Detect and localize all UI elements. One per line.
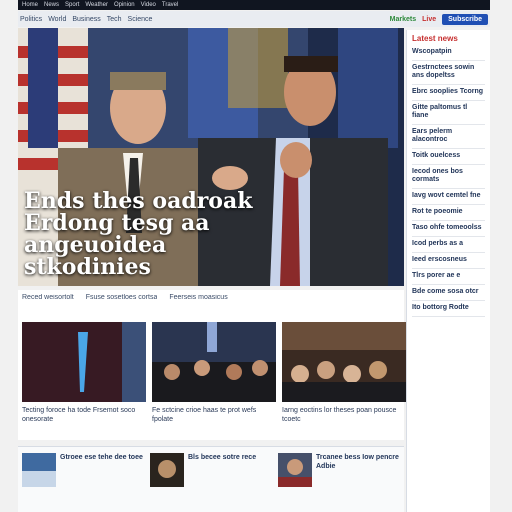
subscribe-button[interactable]: Subscribe [442,13,488,25]
sidebar-item[interactable]: Gestrnctees sowin ans dopeltss [412,61,485,85]
hero-story[interactable]: Ends thes oadroak Erdong tesg aa angeuoi… [18,28,404,286]
sidebar-item[interactable]: Ears pelerm alacontroc [412,125,485,149]
story-row: Reced weisortolt Fsuse sosetloes cortsa … [18,290,406,440]
story-card[interactable]: Fe sctcine crioe haas te prot wefs fpola… [152,322,276,424]
mini-story-text[interactable]: Trcanee bess Iow pencre Adbie [316,453,400,506]
sidebar-item[interactable]: Gitte paltomus tl fiane [412,101,485,125]
mini-thumbnail[interactable] [150,453,184,487]
nav-link-markets[interactable]: Markets [390,16,416,23]
story-caption[interactable]: Iarng eoctins lor theses poan pousce tco… [282,406,406,424]
story-thumbnail[interactable] [152,322,276,402]
topbar-link[interactable]: Video [141,2,156,8]
story-card[interactable]: Iarng eoctins lor theses poan pousce tco… [282,322,406,424]
latest-news-sidebar: Latest news Wscopatpin Gestrnctees sowin… [406,30,490,512]
sidebar-item[interactable]: Iecod ones bos cormats [412,165,485,189]
nav-link[interactable]: World [48,16,66,23]
mini-thumbnail[interactable] [278,453,312,487]
topbar-link[interactable]: Home [22,2,38,8]
topbar-link[interactable]: Sport [65,2,79,8]
sidebar-item[interactable]: Rot te poeomie [412,205,485,221]
mini-story[interactable]: Bls becee sotre rece [150,453,272,506]
story-caption[interactable]: Tecting foroce ha tode Frsemot soco ones… [22,406,146,424]
topbar-link[interactable]: News [44,2,59,8]
sidebar-title: Latest news [412,34,458,43]
sidebar-item[interactable]: Tlrs porer ae e [412,269,485,285]
topbar-link[interactable]: Weather [85,2,108,8]
sidebar-item[interactable]: Toitk ouelcess [412,149,485,165]
nav-link[interactable]: Science [128,16,153,23]
sidebar-item[interactable]: Wscopatpin [412,45,485,61]
sidebar-item[interactable]: Taso ohfe tomeoolss [412,221,485,237]
story-thumbnail[interactable] [22,322,146,402]
story-caption[interactable]: Fe sctcine crioe haas te prot wefs fpola… [152,406,276,424]
mini-story-text[interactable]: Bls becee sotre rece [188,453,256,506]
story-heading[interactable]: Reced weisortolt [22,294,74,324]
mini-story-text[interactable]: Gtroee ese tehe dee toee [60,453,143,506]
topbar-link[interactable]: Opinion [114,2,135,8]
mini-story[interactable]: Gtroee ese tehe dee toee [22,453,144,506]
top-utility-bar: Home News Sport Weather Opinion Video Tr… [18,0,490,10]
nav-link[interactable]: Politics [20,16,42,23]
sidebar-item[interactable]: Ieed erscosneus [412,253,485,269]
sidebar-item[interactable]: Icod perbs as a [412,237,485,253]
story-thumbnail[interactable] [282,322,406,402]
section-nav: Politics World Business Tech Science Mar… [18,11,490,27]
mini-thumbnail[interactable] [22,453,56,487]
hero-headline[interactable]: Ends thes oadroak Erdong tesg aa angeuoi… [24,190,284,278]
story-row-header: Reced weisortolt Fsuse sosetloes cortsa … [22,294,400,324]
sidebar-item[interactable]: Ito bottorg Rodte [412,301,485,317]
sidebar-item[interactable]: Bde come sosa otcr [412,285,485,301]
story-heading[interactable]: Feerseis moasicus [169,294,227,324]
topbar-link[interactable]: Travel [162,2,178,8]
more-stories-row: Gtroee ese tehe dee toee Bls becee sotre… [18,446,404,512]
story-card[interactable]: Tecting foroce ha tode Frsemot soco ones… [22,322,146,424]
sidebar-item[interactable]: Ebrc sooplies Tcorng [412,85,485,101]
nav-link-live[interactable]: Live [422,16,436,23]
story-heading[interactable]: Fsuse sosetloes cortsa [86,294,158,324]
nav-link[interactable]: Tech [107,16,122,23]
sidebar-item[interactable]: Iavg wovt cemtel fne [412,189,485,205]
mini-story[interactable]: Trcanee bess Iow pencre Adbie [278,453,400,506]
nav-link[interactable]: Business [72,16,100,23]
